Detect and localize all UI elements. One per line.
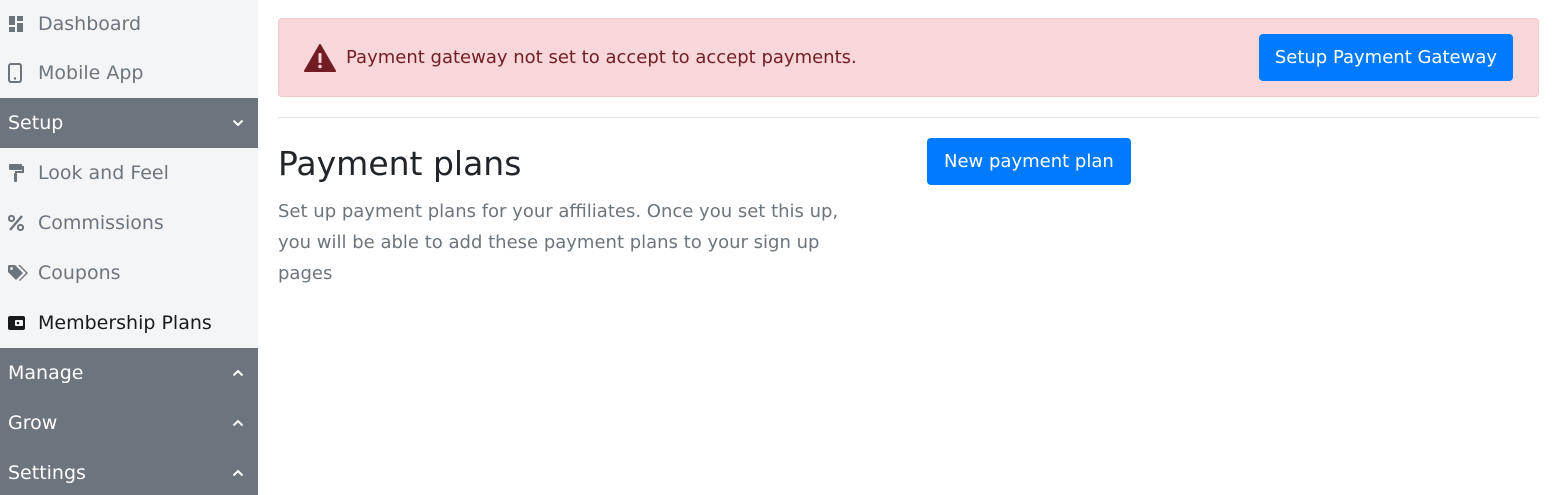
main-content: Payment gateway not set to accept to acc… <box>278 18 1539 318</box>
chevron-up-icon <box>232 419 244 427</box>
sidebar-item-label: Look and Feel <box>38 162 169 184</box>
page-description: Set up payment plans for your affiliates… <box>278 201 839 284</box>
sidebar-section-label: Manage <box>8 362 84 384</box>
percent-icon <box>8 215 38 231</box>
sidebar-item-coupons[interactable]: Coupons <box>0 248 258 298</box>
sidebar-item-label: Coupons <box>38 262 121 284</box>
sidebar-item-label: Mobile App <box>38 62 144 84</box>
sidebar-section-grow[interactable]: Grow <box>0 398 258 448</box>
sidebar-section-label: Grow <box>8 412 58 434</box>
sidebar-item-label: Commissions <box>38 212 164 234</box>
sidebar-item-commissions[interactable]: Commissions <box>0 198 258 248</box>
warning-icon <box>304 43 336 72</box>
wallet-icon <box>8 315 38 331</box>
payment-plans-section: Payment plans Set up payment plans for y… <box>278 118 1539 318</box>
sidebar-section-label: Settings <box>8 462 86 484</box>
sidebar-item-label: Membership Plans <box>38 312 212 334</box>
sidebar-section-manage[interactable]: Manage <box>0 348 258 398</box>
sidebar-section-setup[interactable]: Setup <box>0 98 258 148</box>
setup-payment-gateway-button[interactable]: Setup Payment Gateway <box>1258 34 1513 81</box>
sidebar-section-settings[interactable]: Settings <box>0 448 258 495</box>
paint-roller-icon <box>8 164 38 182</box>
app: Dashboard Mobile App Setup Look and Feel… <box>0 0 1557 495</box>
page-title: Payment plans <box>278 144 522 183</box>
chevron-up-icon <box>232 369 244 377</box>
mobile-icon <box>8 63 38 83</box>
alert-text: Payment gateway not set to accept to acc… <box>346 47 857 68</box>
sidebar-item-membership-plans[interactable]: Membership Plans <box>0 298 258 348</box>
sidebar-item-dashboard[interactable]: Dashboard <box>0 0 258 48</box>
new-payment-plan-button[interactable]: New payment plan <box>927 138 1131 185</box>
chevron-down-icon <box>232 119 244 127</box>
alert-message: Payment gateway not set to accept to acc… <box>304 43 857 72</box>
sidebar-item-mobile-app[interactable]: Mobile App <box>0 48 258 98</box>
sidebar-section-label: Setup <box>8 112 64 134</box>
sidebar-item-look-and-feel[interactable]: Look and Feel <box>0 148 258 198</box>
chevron-up-icon <box>232 469 244 477</box>
dashboard-icon <box>8 16 38 32</box>
payment-gateway-alert: Payment gateway not set to accept to acc… <box>278 18 1539 97</box>
sidebar-item-label: Dashboard <box>38 13 142 35</box>
tags-icon <box>8 265 38 281</box>
sidebar: Dashboard Mobile App Setup Look and Feel… <box>0 0 258 495</box>
